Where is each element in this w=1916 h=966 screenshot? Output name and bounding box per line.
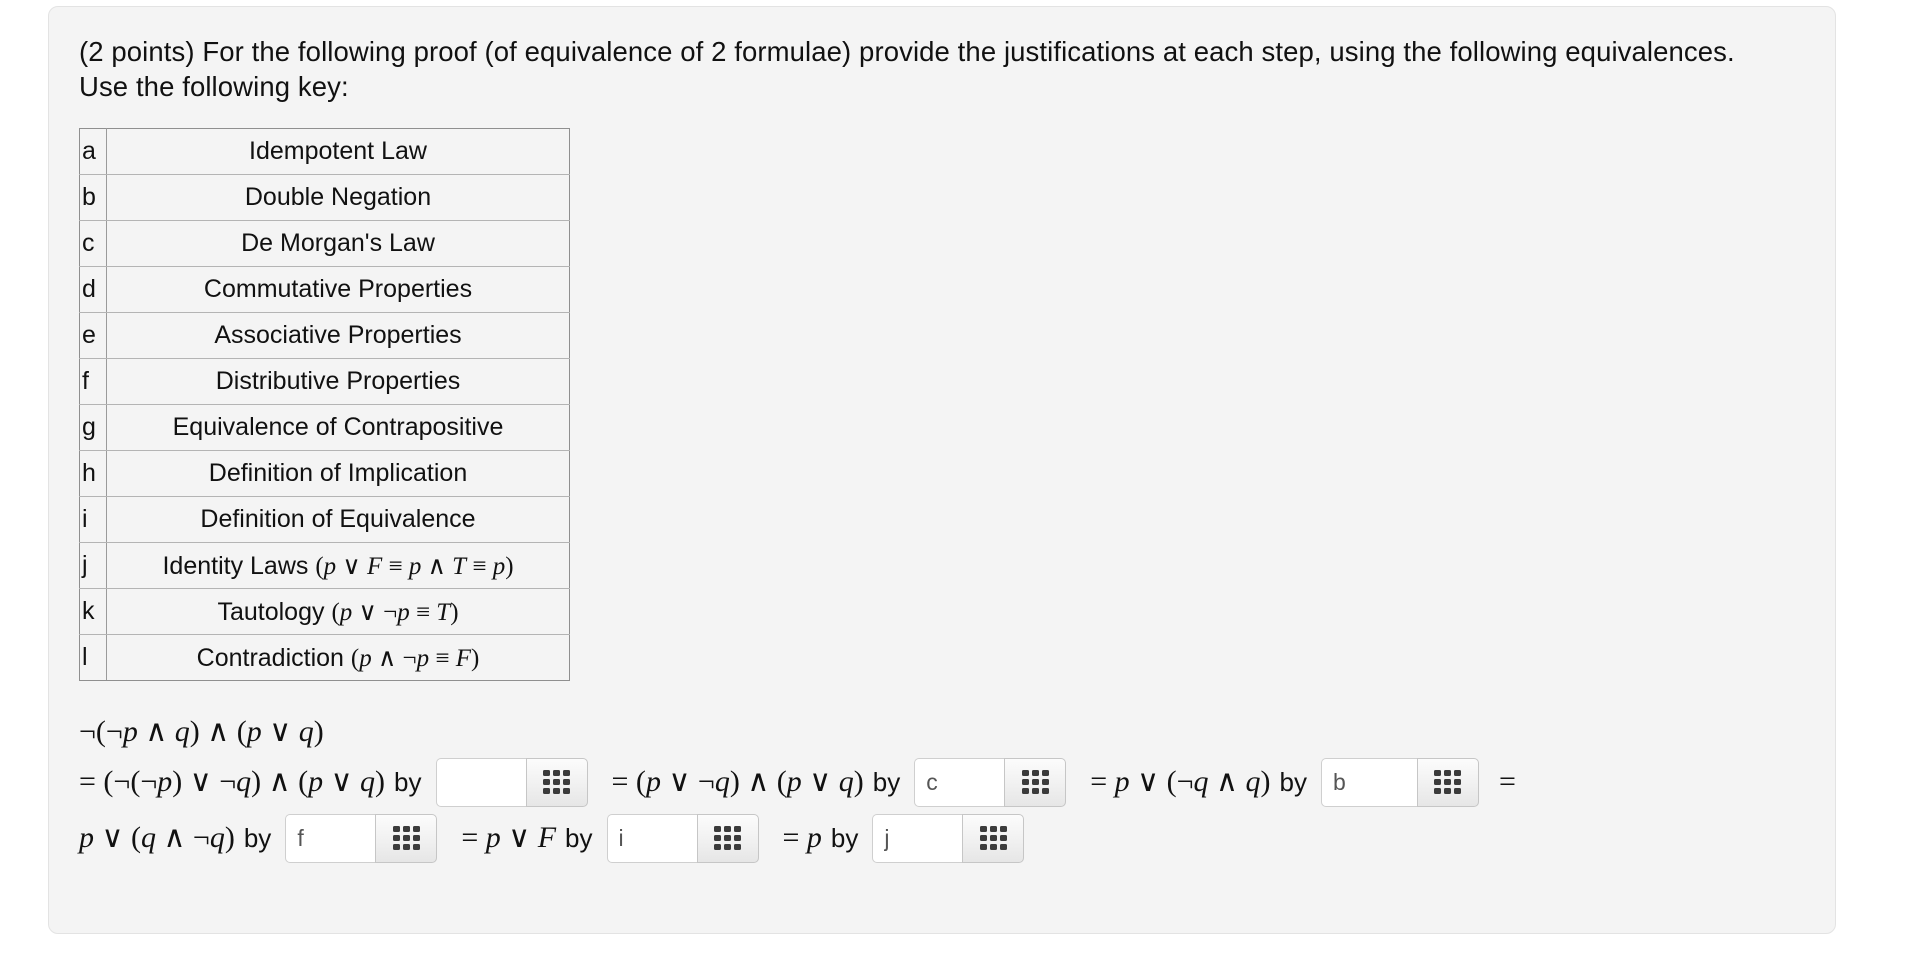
question-prompt-line2: Use the following key: xyxy=(79,70,349,102)
keypad-button-2[interactable] xyxy=(1004,757,1067,807)
key-row-letter: e xyxy=(79,312,107,360)
key-table-row: c De Morgan's Law xyxy=(79,220,570,268)
proof-step-6-answer-widget xyxy=(872,813,1025,863)
key-row-law: Equivalence of Contrapositive xyxy=(106,404,570,452)
key-row-letter: k xyxy=(79,588,107,636)
key-table-row: e Associative Properties xyxy=(79,312,570,360)
proof-line-1-trailing-equals: = xyxy=(1498,765,1516,799)
proof-step-6-by-label: by xyxy=(830,823,859,854)
key-row-letter: f xyxy=(79,358,107,406)
justification-input-3[interactable] xyxy=(1320,757,1417,807)
justification-input-5[interactable] xyxy=(606,813,697,863)
justification-input-2[interactable] xyxy=(914,757,1005,807)
proof-step-2-by-label: by xyxy=(872,767,901,798)
key-row-law: Distributive Properties xyxy=(106,358,570,406)
question-panel: (2 points) For the following proof (of e… xyxy=(48,6,1836,934)
keypad-grid-icon xyxy=(1434,770,1462,795)
key-row-law: Commutative Properties xyxy=(106,266,570,314)
keypad-grid-icon xyxy=(979,826,1007,851)
key-row-law: Identity Laws (p ∨ F ≡ p ∧ T ≡ p) xyxy=(106,542,570,590)
proof-step-2-formula: = (p ∨ ¬q) ∧ (p ∨ q) xyxy=(611,765,864,799)
law-math-expression: (p ∨ ¬p ≡ T) xyxy=(331,598,459,626)
proof-line-1: = (¬(¬p) ∨ ¬q) ∧ (p ∨ q) by = (p ∨ ¬q) ∧… xyxy=(79,757,1805,807)
question-prompt-line1: (2 points) For the following proof (of e… xyxy=(79,36,1735,67)
key-table-row: h Definition of Implication xyxy=(79,450,570,498)
proof-step-3-by-label: by xyxy=(1279,767,1307,798)
key-row-law: Double Negation xyxy=(106,174,570,222)
proof-start-formula: ¬(¬p ∧ q) ∧ (p ∨ q) xyxy=(79,715,324,749)
question-prompt: (2 points) For the following proof (of e… xyxy=(79,35,1805,104)
key-row-letter: l xyxy=(79,634,107,682)
proof-step-1-formula: = (¬(¬p) ∨ ¬q) ∧ (p ∨ q) xyxy=(79,765,386,799)
keypad-grid-icon xyxy=(1021,770,1049,795)
key-row-law: Associative Properties xyxy=(106,312,570,360)
key-table-row: g Equivalence of Contrapositive xyxy=(79,404,570,452)
key-row-letter: b xyxy=(79,174,107,222)
key-row-letter: h xyxy=(79,450,107,498)
key-row-law: Idempotent Law xyxy=(106,128,570,176)
proof-step-3-formula: = p ∨ (¬q ∧ q) xyxy=(1090,765,1271,799)
key-table-row: j Identity Laws (p ∨ F ≡ p ∧ T ≡ p) xyxy=(79,542,570,590)
key-row-letter: a xyxy=(79,128,107,176)
keypad-button-3[interactable] xyxy=(1416,757,1479,807)
proof-step-5-formula: = p ∨ F xyxy=(461,821,557,855)
key-row-law: Definition of Equivalence xyxy=(106,496,570,544)
keypad-grid-icon xyxy=(714,826,741,851)
key-row-law: Definition of Implication xyxy=(106,450,570,498)
proof-step-4-by-label: by xyxy=(243,823,272,854)
equivalence-key-table: a Idempotent Law b Double Negation c De Morga… xyxy=(79,128,570,682)
proof-step-4-answer-widget xyxy=(285,813,438,863)
key-row-letter: d xyxy=(79,266,107,314)
proof-step-5-by-label: by xyxy=(565,823,593,854)
key-row-letter: c xyxy=(79,220,107,268)
keypad-button-1[interactable] xyxy=(525,757,588,807)
proof-line-2: p ∨ (q ∧ ¬q) by = p ∨ F by xyxy=(79,813,1805,863)
keypad-button-4[interactable] xyxy=(375,813,438,863)
key-row-law: Tautology (p ∨ ¬p ≡ T) xyxy=(106,588,570,636)
key-table-row: b Double Negation xyxy=(79,174,570,222)
keypad-button-5[interactable] xyxy=(696,813,759,863)
proof-step-3-answer-widget xyxy=(1320,757,1479,807)
justification-input-4[interactable] xyxy=(285,813,376,863)
keypad-grid-icon xyxy=(543,770,571,795)
key-table-container: a Idempotent Law b Double Negation c De Morga… xyxy=(79,128,1805,682)
key-table-row: i Definition of Equivalence xyxy=(79,496,570,544)
proof-step-4-formula: p ∨ (q ∧ ¬q) xyxy=(79,821,235,855)
keypad-button-6[interactable] xyxy=(962,813,1025,863)
proof-step-1-by-label: by xyxy=(394,767,422,798)
key-row-letter: g xyxy=(79,404,107,452)
key-table-row: a Idempotent Law xyxy=(79,128,570,176)
key-table-row: d Commutative Properties xyxy=(79,266,570,314)
proof-block: ¬(¬p ∧ q) ∧ (p ∨ q) = (¬(¬p) ∨ ¬q) ∧ (p … xyxy=(79,707,1805,863)
law-math-expression: (p ∨ F ≡ p ∧ T ≡ p) xyxy=(315,552,514,580)
key-table-row: k Tautology (p ∨ ¬p ≡ T) xyxy=(79,588,570,636)
key-row-law: Contradiction (p ∧ ¬p ≡ F) xyxy=(106,634,570,682)
key-row-letter: j xyxy=(79,542,107,590)
proof-step-1-answer-widget xyxy=(435,757,588,807)
law-math-expression: (p ∧ ¬p ≡ F) xyxy=(350,644,480,672)
key-table-row: f Distributive Properties xyxy=(79,358,570,406)
justification-input-1[interactable] xyxy=(435,757,526,807)
key-row-letter: i xyxy=(79,496,107,544)
keypad-grid-icon xyxy=(392,826,420,851)
justification-input-6[interactable] xyxy=(872,813,963,863)
proof-line-0: ¬(¬p ∧ q) ∧ (p ∨ q) xyxy=(79,707,1805,757)
proof-step-2-answer-widget xyxy=(914,757,1067,807)
proof-step-5-answer-widget xyxy=(606,813,759,863)
proof-step-6-formula: = p xyxy=(782,821,822,855)
key-table-row: l Contradiction (p ∧ ¬p ≡ F) xyxy=(79,634,570,682)
key-row-law: De Morgan's Law xyxy=(106,220,570,268)
